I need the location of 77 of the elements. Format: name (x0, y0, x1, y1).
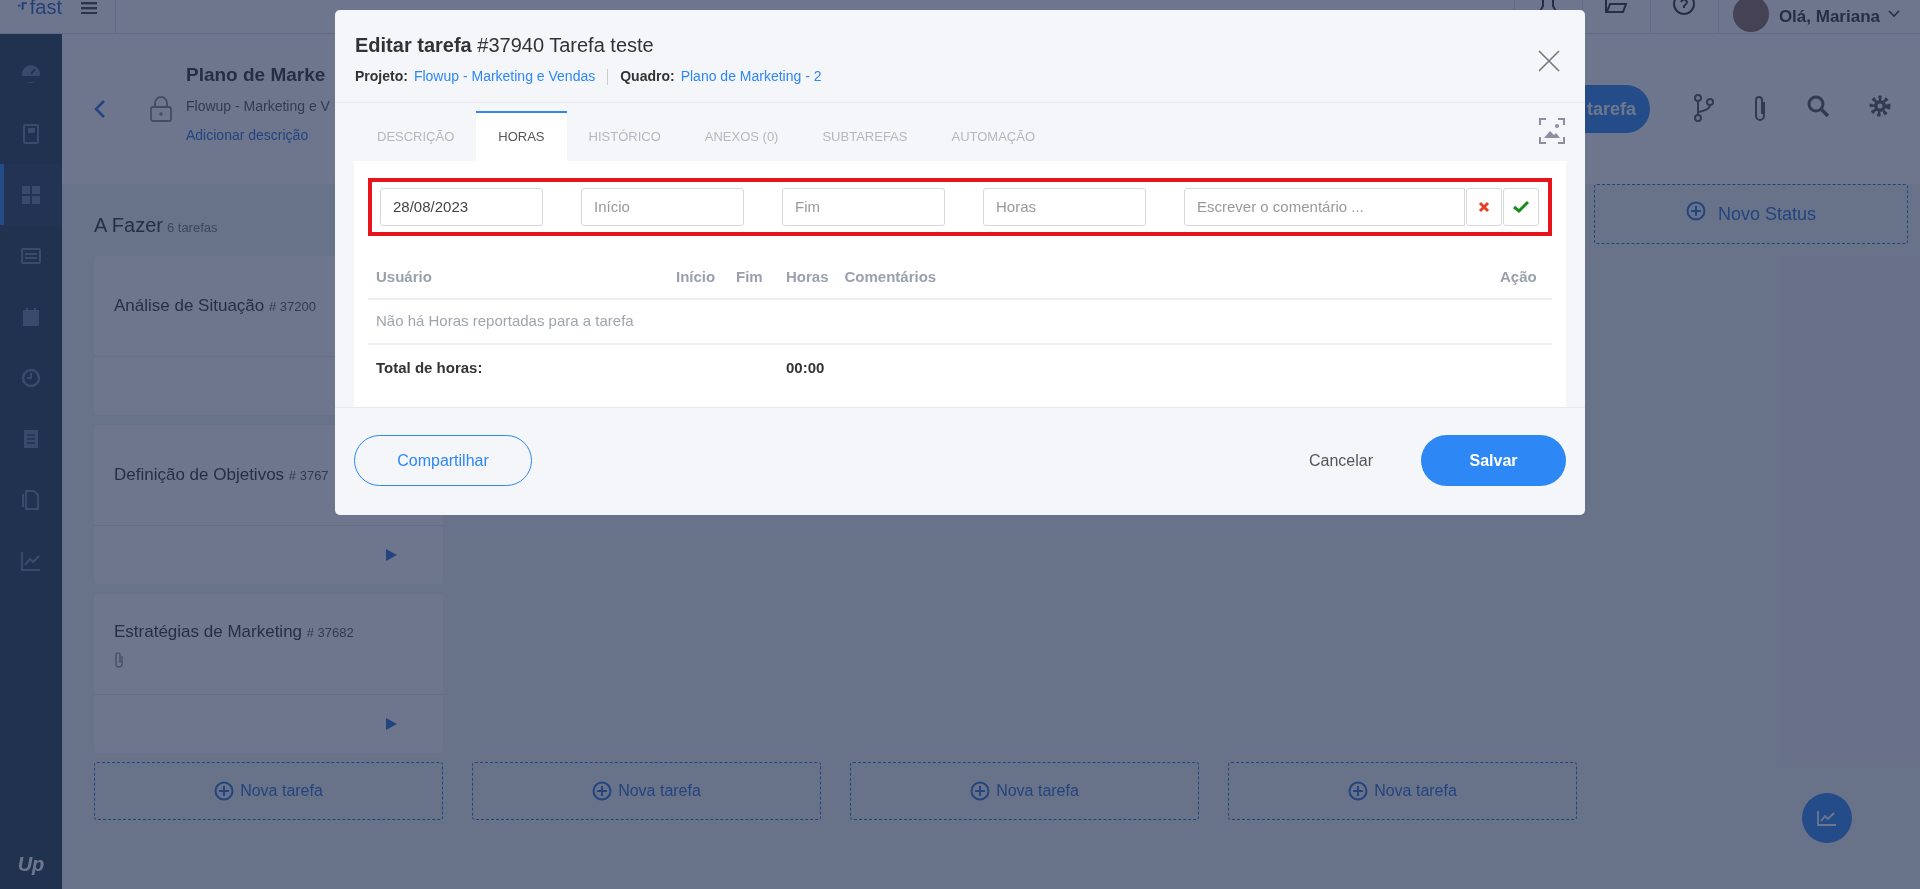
column-header: Horas (778, 265, 837, 299)
tab[interactable]: AUTOMAÇÃO (929, 111, 1058, 161)
menu-icon[interactable] (80, 2, 97, 14)
folder-icon[interactable] (1605, 0, 1628, 14)
task-title: Estratégias de Marketing # 37682 (114, 620, 355, 643)
column-title: A Fazer (94, 214, 163, 236)
add-description-link[interactable]: Adicionar descrição (186, 124, 309, 146)
search-icon[interactable] (1806, 94, 1830, 118)
new-task-button[interactable]: Nova tarefa (94, 762, 443, 820)
tab[interactable]: ANEXOS (0) (682, 111, 801, 161)
total-value: 00:00 (778, 343, 837, 389)
clock-icon[interactable] (20, 366, 42, 389)
plus-icon (970, 781, 991, 801)
plus-icon (214, 781, 235, 801)
cancel-button[interactable]: Cancelar (1302, 447, 1379, 474)
notebook-icon[interactable] (20, 122, 42, 145)
comment-field[interactable]: Escrever o comentário ... (1184, 187, 1465, 226)
task-card[interactable]: Estratégias de Marketing # 37682 (94, 594, 443, 753)
logo-text: Up (16, 852, 46, 877)
column-header: Ação (1492, 265, 1552, 299)
play-icon[interactable] (386, 549, 397, 561)
plus-icon (1348, 781, 1369, 801)
calendar-icon[interactable] (20, 305, 42, 328)
logo-icon (18, 0, 27, 12)
hours-field[interactable]: Horas (983, 187, 1146, 226)
paperclip-icon[interactable] (1752, 94, 1768, 124)
new-task-button[interactable]: Nova tarefa (472, 762, 821, 820)
confirm-entry-button[interactable] (1502, 187, 1539, 226)
close-icon (1538, 49, 1560, 72)
sidebar-item[interactable] (0, 164, 62, 225)
chart-icon (1817, 810, 1837, 826)
task-title: Análise de Situação # 37200 (114, 295, 317, 318)
tab[interactable]: DESCRIÇÃO (355, 111, 477, 161)
help-icon[interactable] (1672, 0, 1697, 16)
cancel-entry-button[interactable] (1465, 187, 1502, 226)
back-icon[interactable] (94, 99, 106, 119)
chart-button[interactable] (1802, 793, 1852, 843)
date-field[interactable]: 28/08/2023 (380, 187, 543, 226)
empty-message: Não há Horas reportadas para a tarefa (368, 299, 1552, 344)
logo-text: fast (29, 0, 62, 14)
branch-icon[interactable] (1694, 94, 1714, 122)
column-header: Usuário (368, 265, 668, 299)
settings-icon[interactable] (1868, 94, 1892, 118)
board-label: Quadro: (620, 67, 675, 86)
new-task-button[interactable]: Nova tarefa (850, 762, 1199, 820)
project-name: Flowup - Marketing e V (186, 96, 330, 116)
user-greeting[interactable]: Olá, Mariana (1768, 0, 1888, 34)
bell-icon[interactable] (1539, 0, 1558, 12)
caret-icon[interactable] (1888, 10, 1900, 18)
new-status-button[interactable]: Novo Status (1594, 184, 1908, 244)
board-title: Plano de Marke (186, 63, 327, 88)
save-button[interactable]: Salvar (1421, 435, 1566, 486)
project-link[interactable]: Flowup - Marketing e Vendas (413, 66, 596, 87)
start-field[interactable]: Início (581, 187, 744, 226)
plus-icon (592, 781, 613, 801)
close-icon (1477, 200, 1490, 213)
tab[interactable]: HORAS (476, 111, 567, 161)
column-header: Início (668, 265, 728, 299)
tab[interactable]: SUBTAREFAS (800, 111, 930, 161)
image-button[interactable] (1539, 117, 1565, 144)
check-icon (1512, 200, 1529, 213)
modal-title: Editar tarefa #37940 Tarefa teste (355, 33, 655, 58)
new-task-button[interactable]: Nova tarefa (1228, 762, 1577, 820)
end-field[interactable]: Fim (782, 187, 945, 226)
image-icon (1539, 117, 1565, 144)
tab[interactable]: HISTÓRICO (566, 111, 683, 161)
board-link[interactable]: Plano de Marketing - 2 (680, 66, 822, 87)
chart-icon[interactable] (20, 549, 42, 572)
column-header: Comentários (836, 265, 1492, 299)
grid-icon[interactable] (20, 183, 42, 206)
avatar[interactable] (1732, 0, 1769, 32)
play-icon[interactable] (386, 718, 397, 730)
lock-icon (150, 96, 172, 122)
column-header: Fim (728, 265, 778, 299)
files-icon[interactable] (20, 488, 42, 511)
task-title: Definição de Objetivos # 3767 (114, 464, 330, 487)
project-label: Projeto: (355, 67, 408, 86)
